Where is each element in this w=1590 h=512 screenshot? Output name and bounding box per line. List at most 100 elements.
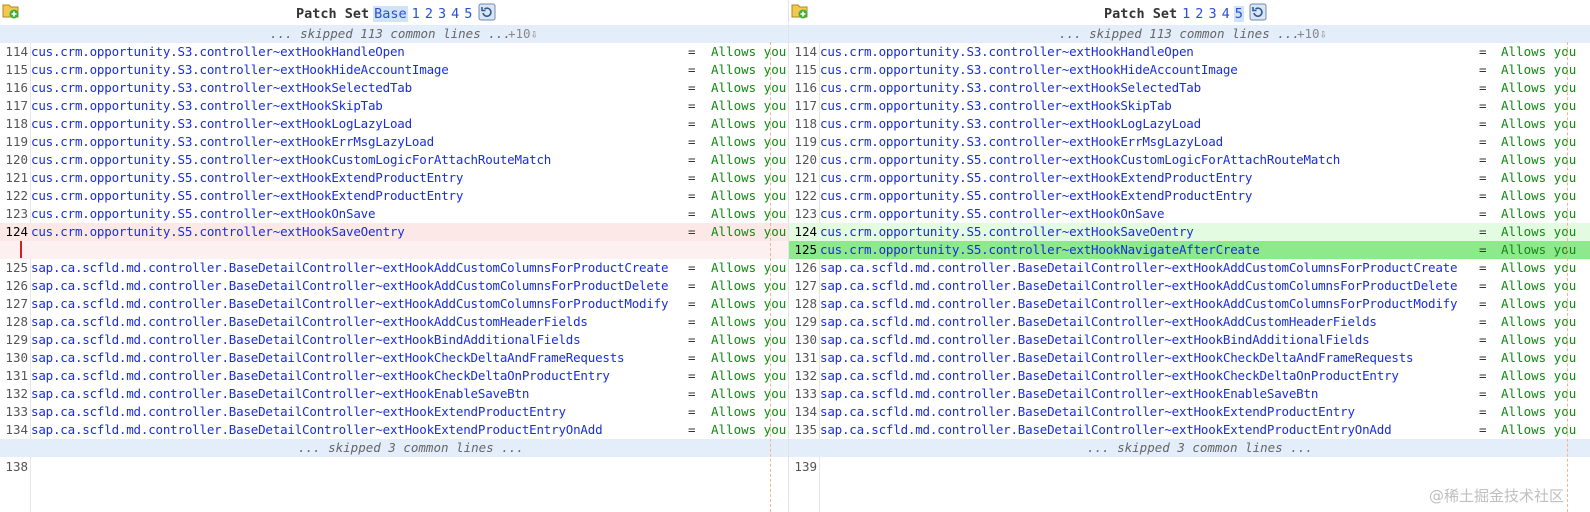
patchset-link-5[interactable]: 5 (1233, 6, 1244, 22)
diff-row: 128 sap.ca.scfld.md.controller.BaseDetail… (789, 295, 1590, 313)
line-number: 119 (5, 134, 28, 149)
line-number: 130 (5, 350, 28, 365)
diff-row: 131 sap.ca.scfld.md.controller.BaseDetail… (789, 349, 1590, 367)
value-text: Allows you (1501, 170, 1577, 185)
code-text: sap.ca.scfld.md.controller.BaseDetailCon… (31, 260, 669, 275)
line-number: 138 (5, 459, 28, 474)
patchset-link-1[interactable]: 1 (1181, 6, 1191, 22)
diff-row: 120 cus.crm.opportunity.S5.controller~ext… (789, 151, 1590, 169)
patchset-selector-left: Patch Set Base 1 2 3 4 5 (296, 3, 496, 22)
code-text: cus.crm.opportunity.S3.controller~extHoo… (820, 62, 1238, 77)
patchset-link-3[interactable]: 3 (1207, 6, 1217, 22)
line-number: 122 (794, 188, 817, 203)
patchset-link-4[interactable]: 4 (450, 6, 460, 22)
equals-sign: = (1479, 314, 1487, 329)
line-number: 121 (5, 170, 28, 185)
diff-row: 124 cus.crm.opportunity.S5.controller~ext… (0, 223, 788, 241)
equals-sign: = (1479, 224, 1487, 239)
line-number: 124 (794, 224, 817, 239)
refresh-icon[interactable] (1249, 3, 1267, 21)
skipped-lines-bar-top[interactable]: ... skipped 113 common lines ... +10⇩ (0, 25, 788, 43)
value-text: Allows you (711, 206, 787, 221)
equals-sign: = (688, 296, 696, 311)
equals-sign: = (688, 152, 696, 167)
add-file-icon[interactable] (2, 3, 20, 19)
add-file-icon[interactable] (791, 3, 809, 19)
equals-sign: = (1479, 422, 1487, 437)
equals-sign: = (1479, 260, 1487, 275)
print-margin-line (770, 42, 771, 512)
equals-sign: = (688, 170, 696, 185)
diff-row: 132 sap.ca.scfld.md.controller.BaseDetail… (789, 367, 1590, 385)
right-diff-pane: Patch Set 1 2 3 4 5 ... skipped 113 common li… (788, 0, 1590, 512)
equals-sign: = (688, 98, 696, 113)
patchset-link-1[interactable]: 1 (411, 6, 421, 22)
patchset-link-2[interactable]: 2 (424, 6, 434, 22)
value-text: Allows you (1501, 332, 1577, 347)
diff-row: 117 cus.crm.opportunity.S3.controller~ext… (789, 97, 1590, 115)
line-number: 134 (5, 422, 28, 437)
skipped-lines-bar-top[interactable]: ... skipped 113 common lines ... +10⇩ (789, 25, 1590, 43)
value-text: Allows you (1501, 278, 1577, 293)
equals-sign: = (688, 350, 696, 365)
code-text: sap.ca.scfld.md.controller.BaseDetailCon… (820, 296, 1458, 311)
value-text: Allows you (711, 170, 787, 185)
equals-sign: = (1479, 116, 1487, 131)
equals-sign: = (1479, 188, 1487, 203)
code-text: sap.ca.scfld.md.controller.BaseDetailCon… (820, 422, 1392, 437)
code-text: cus.crm.opportunity.S3.controller~extHoo… (820, 98, 1172, 113)
diff-row: 134 sap.ca.scfld.md.controller.BaseDetail… (789, 403, 1590, 421)
equals-sign: = (1479, 404, 1487, 419)
diff-row: 133 sap.ca.scfld.md.controller.BaseDetail… (0, 403, 788, 421)
diff-row: 123 cus.crm.opportunity.S5.controller~ext… (789, 205, 1590, 223)
text-cursor (20, 241, 22, 258)
value-text: Allows you (711, 296, 787, 311)
equals-sign: = (1479, 98, 1487, 113)
value-text: Allows you (711, 278, 787, 293)
line-number: 128 (794, 296, 817, 311)
expand-10-button[interactable]: +10⇩ (1297, 26, 1327, 41)
line-number: 115 (794, 62, 817, 77)
diff-row: 115 cus.crm.opportunity.S3.controller~ext… (789, 61, 1590, 79)
value-text: Allows you (1501, 134, 1577, 149)
equals-sign: = (688, 260, 696, 275)
equals-sign: = (1479, 206, 1487, 221)
equals-sign: = (688, 62, 696, 77)
patchset-link-4[interactable]: 4 (1221, 6, 1231, 22)
diff-row: 138 (0, 458, 788, 476)
equals-sign: = (1479, 62, 1487, 77)
equals-sign: = (688, 332, 696, 347)
code-text: sap.ca.scfld.md.controller.BaseDetailCon… (31, 386, 530, 401)
skipped-lines-bar-mid[interactable]: ... skipped 3 common lines ... (789, 439, 1590, 457)
refresh-icon[interactable] (478, 3, 496, 21)
value-text: Allows you (711, 116, 787, 131)
patchset-link-5[interactable]: 5 (463, 6, 473, 22)
expand-10-button[interactable]: +10⇩ (508, 26, 538, 41)
line-number: 125 (5, 260, 28, 275)
line-number: 115 (5, 62, 28, 77)
code-text: cus.crm.opportunity.S5.controller~extHoo… (31, 152, 552, 167)
patchset-label: Patch Set (296, 6, 370, 22)
patchset-link-base[interactable]: Base (373, 6, 408, 22)
equals-sign: = (1479, 152, 1487, 167)
code-text: cus.crm.opportunity.S5.controller~extHoo… (820, 224, 1194, 239)
code-text: cus.crm.opportunity.S3.controller~extHoo… (820, 134, 1223, 149)
line-number: 139 (794, 459, 817, 474)
patchset-link-2[interactable]: 2 (1194, 6, 1204, 22)
value-text: Allows you (711, 152, 787, 167)
patchset-link-3[interactable]: 3 (437, 6, 447, 22)
value-text: Allows you (711, 386, 787, 401)
diff-row: 129 sap.ca.scfld.md.controller.BaseDetail… (789, 313, 1590, 331)
value-text: Allows you (711, 404, 787, 419)
diff-row: 133 sap.ca.scfld.md.controller.BaseDetail… (789, 385, 1590, 403)
equals-sign: = (688, 224, 696, 239)
equals-sign: = (1479, 44, 1487, 59)
diff-row: 114 cus.crm.opportunity.S3.controller~ext… (789, 43, 1590, 61)
skipped-lines-bar-mid[interactable]: ... skipped 3 common lines ... (0, 439, 788, 457)
skipped-lines-text: ... skipped 113 common lines ... (270, 26, 511, 41)
code-text: cus.crm.opportunity.S3.controller~extHoo… (31, 116, 412, 131)
diff-row: 131 sap.ca.scfld.md.controller.BaseDetail… (0, 367, 788, 385)
diff-row: 122 cus.crm.opportunity.S5.controller~ext… (789, 187, 1590, 205)
code-text: sap.ca.scfld.md.controller.BaseDetailCon… (820, 332, 1370, 347)
code-text: cus.crm.opportunity.S3.controller~extHoo… (31, 80, 412, 95)
